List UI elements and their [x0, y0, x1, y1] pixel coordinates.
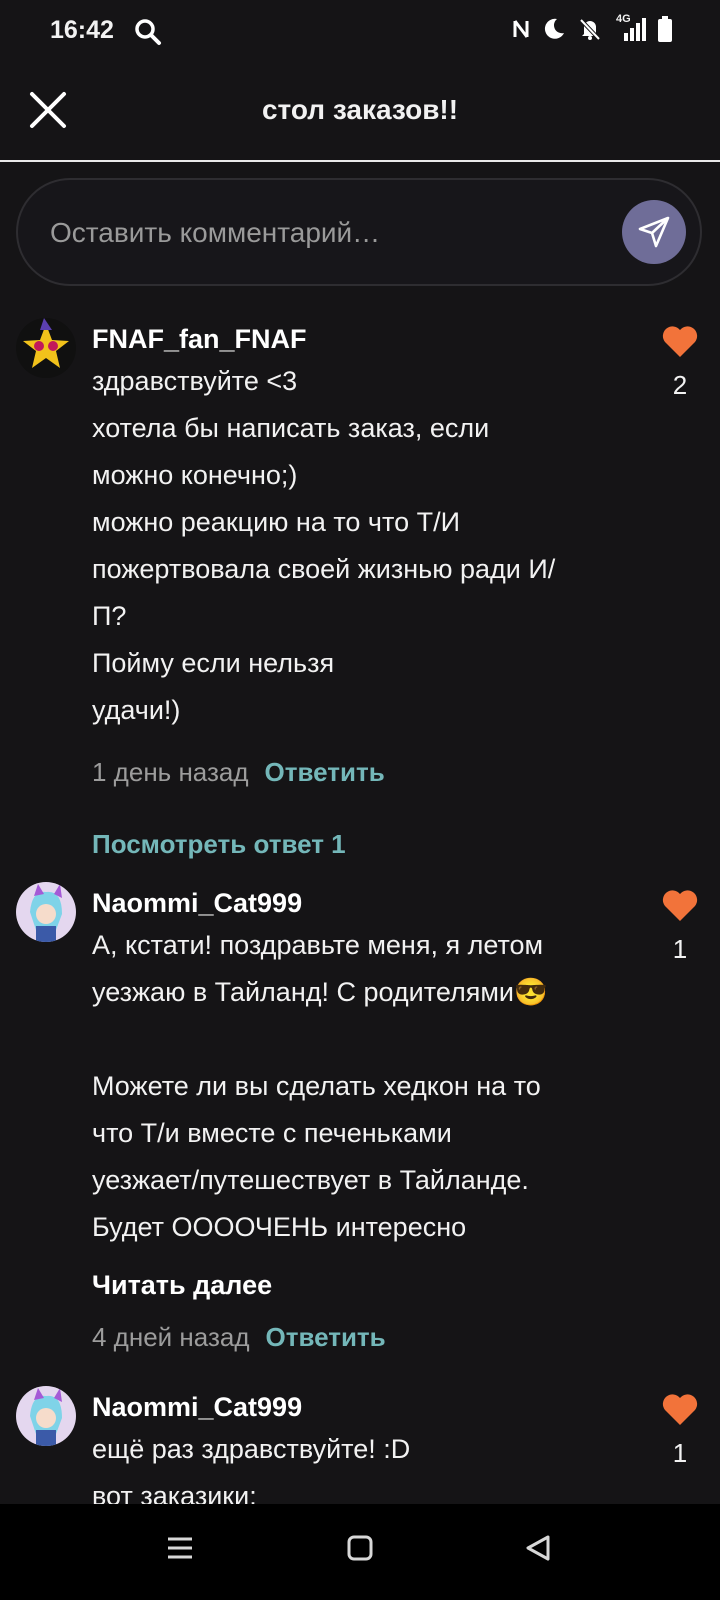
- reply-button[interactable]: Ответить: [265, 757, 385, 788]
- home-button[interactable]: [346, 1534, 374, 1567]
- status-bar: 16:42 4G: [0, 0, 720, 66]
- page-title: стол заказов!!: [261, 94, 459, 125]
- comment-text: здравствуйте <3 хотела бы написать заказ…: [92, 358, 632, 734]
- top-bar: стол заказов!!: [0, 66, 720, 162]
- like-count: 1: [672, 1438, 688, 1468]
- comment-item: Naommi_Cat999 1 ещё раз здравствуйте! :D…: [0, 1386, 720, 1504]
- comment-line: уезжает/путешествует в Тайланде.: [92, 1165, 529, 1195]
- comment-author[interactable]: Naommi_Cat999: [92, 888, 302, 919]
- clock: 16:42: [50, 16, 114, 44]
- comment-line: пожертвовала своей жизнью ради И/: [92, 554, 556, 584]
- comment-author[interactable]: Naommi_Cat999: [92, 1392, 302, 1423]
- heart-icon: [662, 890, 698, 921]
- comment-line: хотела бы написать заказ, если: [92, 413, 490, 443]
- comment-composer: [16, 178, 702, 286]
- comment-line: уезжаю в Тайланд! С родителями😎: [92, 977, 548, 1007]
- comment-input[interactable]: [48, 212, 592, 254]
- send-icon: [638, 216, 670, 248]
- comment-line: можно реакцию на то что Т/И: [92, 507, 460, 537]
- bell-off-icon: [578, 17, 602, 41]
- comment-line: Можете ли вы сделать хедкон на то: [92, 1071, 541, 1101]
- comment-line: здравствуйте <3: [92, 366, 298, 396]
- comment-line: ещё раз здравствуйте! :D: [92, 1434, 411, 1464]
- comment-author[interactable]: FNAF_fan_FNAF: [92, 324, 307, 355]
- menu-icon: [168, 1537, 192, 1559]
- comment-text: А, кстати! поздравьте меня, я летом уезж…: [92, 922, 632, 1251]
- comment-line: вот заказики:: [92, 1481, 257, 1504]
- like-button[interactable]: [660, 1392, 700, 1431]
- search-icon: [134, 18, 162, 51]
- comment-meta: 1 день назад Ответить: [92, 757, 385, 788]
- system-navigation-bar: [0, 1504, 720, 1600]
- cellular-signal-icon: 4G: [614, 13, 646, 41]
- network-type-label: 4G: [616, 13, 631, 25]
- heart-icon: [662, 1394, 698, 1425]
- back-button[interactable]: [524, 1534, 552, 1567]
- read-more-link[interactable]: Читать далее: [92, 1270, 272, 1301]
- comment-line: Будет ООООЧЕНЬ интересно: [92, 1212, 467, 1242]
- comment-meta: 4 дней назад Ответить: [92, 1322, 386, 1353]
- comment-line: А, кстати! поздравьте меня, я летом: [92, 930, 544, 960]
- like-button[interactable]: [660, 888, 700, 927]
- comment-line: Пойму если нельзя: [92, 648, 335, 678]
- battery-icon: [658, 16, 672, 42]
- avatar[interactable]: [16, 1386, 76, 1446]
- avatar[interactable]: [16, 882, 76, 942]
- comment-line: удачи!): [92, 695, 181, 725]
- like-button[interactable]: [660, 324, 700, 363]
- do-not-disturb-moon-icon: [542, 17, 566, 41]
- comment-line: П?: [92, 601, 127, 631]
- comment-text: ещё раз здравствуйте! :D вот заказики:: [92, 1426, 632, 1504]
- comment-timestamp: 4 дней назад: [92, 1322, 250, 1352]
- back-triangle-icon: [526, 1535, 550, 1561]
- avatar[interactable]: [16, 318, 76, 378]
- send-button[interactable]: [622, 200, 686, 264]
- comment-line: можно конечно;): [92, 460, 298, 490]
- nfc-icon: [512, 18, 530, 40]
- heart-icon: [662, 326, 698, 357]
- comment-line: [92, 1016, 632, 1063]
- square-icon: [347, 1535, 373, 1561]
- like-count: 2: [672, 370, 688, 400]
- comment-line: что Т/и вместе с печеньками: [92, 1118, 452, 1148]
- comment-timestamp: 1 день назад: [92, 757, 249, 787]
- view-replies-link[interactable]: Посмотреть ответ 1: [92, 829, 346, 860]
- like-count: 1: [672, 934, 688, 964]
- recent-apps-button[interactable]: [166, 1534, 194, 1567]
- reply-button[interactable]: Ответить: [266, 1322, 386, 1353]
